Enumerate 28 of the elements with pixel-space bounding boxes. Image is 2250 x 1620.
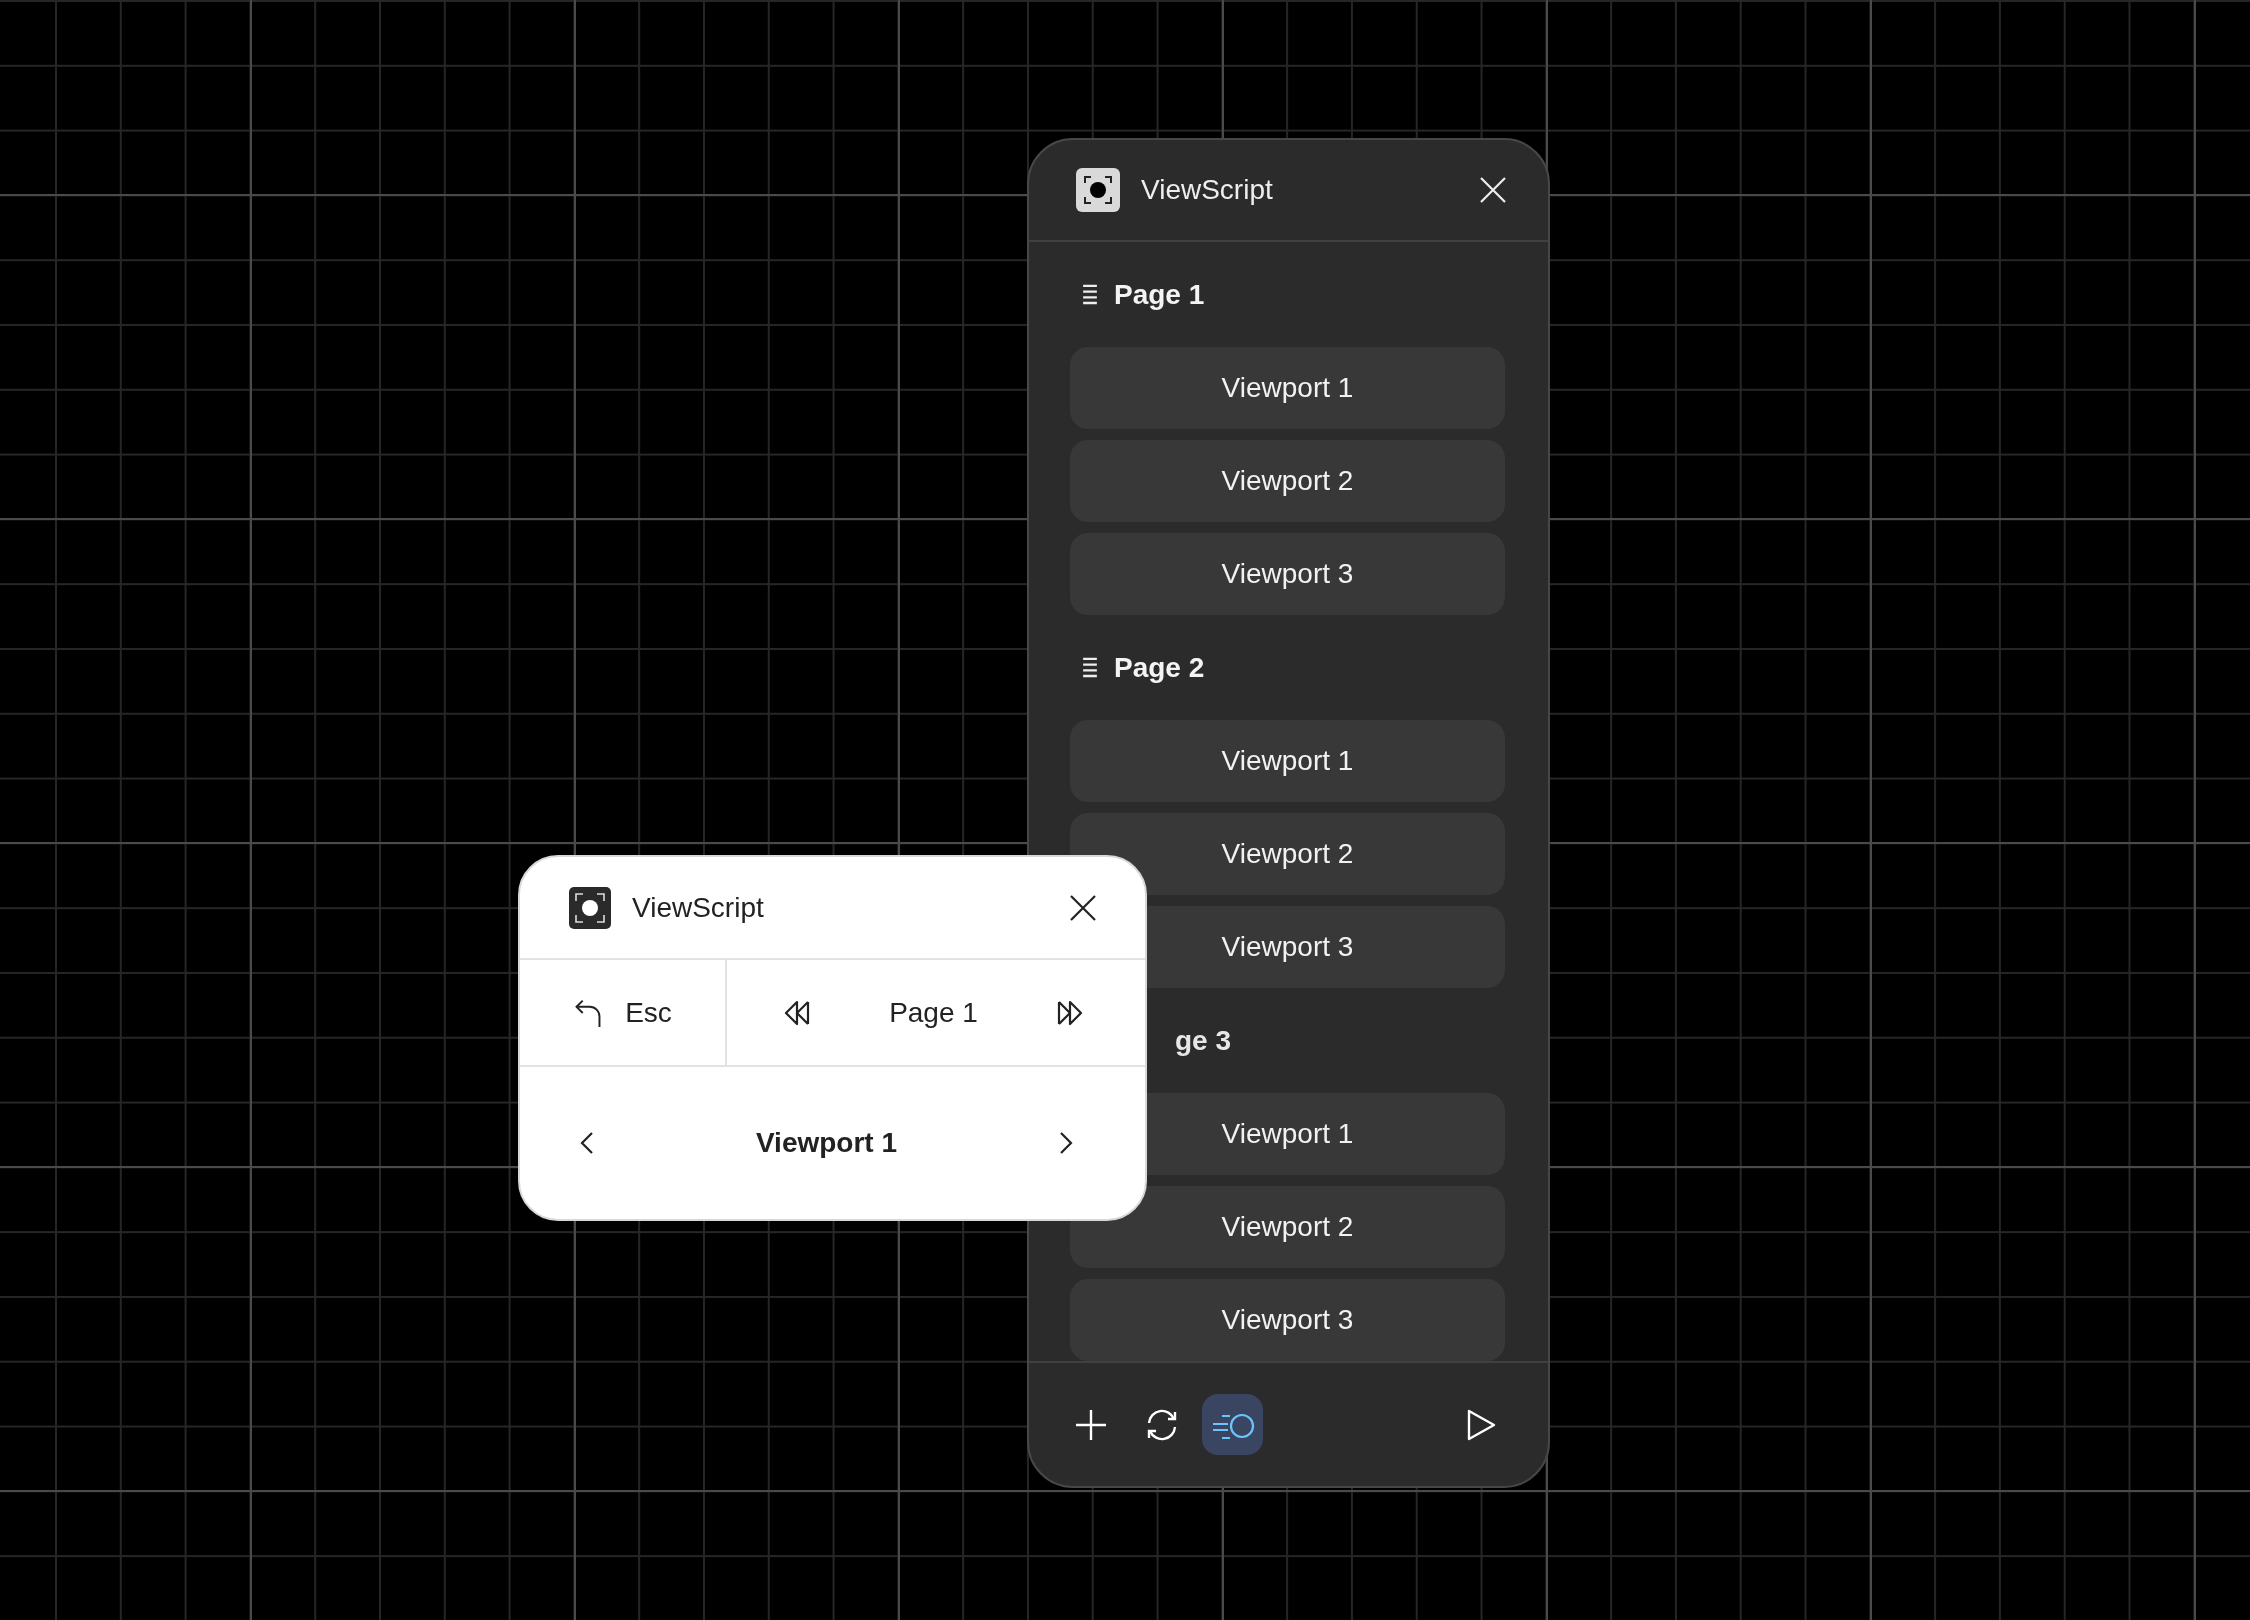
page-heading: Page 2 (1114, 651, 1205, 684)
viewport-button[interactable]: Viewport 1 (1070, 347, 1505, 429)
app-logo-icon (1076, 168, 1120, 212)
plus-icon (1073, 1407, 1108, 1442)
viewport-button[interactable]: Viewport 2 (1070, 440, 1505, 522)
page-heading: Page 1 (1114, 278, 1205, 311)
viewport-button[interactable]: Viewport 1 (1070, 720, 1505, 802)
viewport-button[interactable]: Viewport 3 (1070, 533, 1505, 615)
close-icon (1070, 894, 1096, 921)
viewport-button[interactable]: Viewport 2 (1070, 813, 1505, 895)
list-icon (1082, 655, 1098, 680)
app-logo-icon (569, 886, 611, 929)
list-icon (1082, 282, 1098, 307)
panel-title: ViewScript (1141, 174, 1274, 206)
next-button[interactable] (1059, 1131, 1073, 1155)
motion-button[interactable] (1202, 1394, 1263, 1455)
close-icon (1480, 177, 1506, 203)
chevron-right-icon (1059, 1131, 1073, 1155)
viewport-button[interactable]: Viewport 2 (1070, 1186, 1505, 1268)
page-heading: ge 3 (1175, 1024, 1232, 1057)
panel-title: ViewScript (632, 891, 765, 924)
viewport-button[interactable]: Viewport 3 (1070, 1279, 1505, 1361)
chevron-left-icon (580, 1131, 594, 1155)
previous-button[interactable] (580, 1131, 594, 1155)
close-button[interactable] (1069, 893, 1097, 922)
page-label: Page 1 (889, 996, 978, 1029)
viewport-label: Viewport 1 (755, 1127, 898, 1159)
esc-button[interactable]: Esc (573, 996, 672, 1029)
